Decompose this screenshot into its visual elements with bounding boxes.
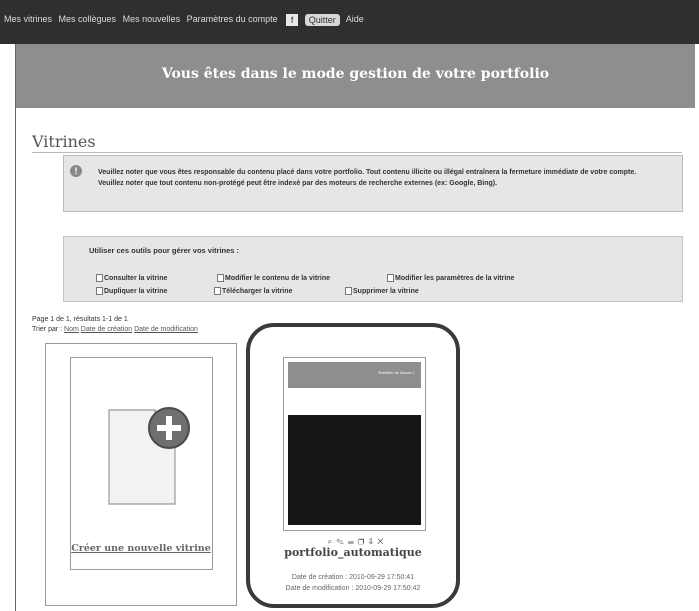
notice-text: Veuillez noter que vous êtes responsable…: [98, 167, 668, 189]
tool-download-label: Télécharger la vitrine: [222, 287, 293, 295]
magnifier-icon: [96, 274, 103, 282]
new-document-icon: [108, 407, 190, 505]
tool-consult[interactable]: Consulter la vitrine: [96, 274, 167, 282]
settings-doc-icon: [387, 274, 394, 282]
notice-line-1: Veuillez noter que vous êtes responsable…: [98, 169, 637, 176]
banner: Vous êtes dans le mode gestion de votre …: [16, 44, 695, 108]
portfolio-thumbnail[interactable]: Portfolio de Simon C: [283, 357, 426, 531]
magnifier-icon[interactable]: ⌕: [328, 537, 333, 546]
download-icon[interactable]: ⇩: [368, 537, 374, 546]
portfolio-modified-date: Date de modification : 2010-09-29 17:50:…: [285, 585, 421, 592]
trash-icon: [345, 287, 352, 295]
sort-bar: Trier par : Nom Date de création Date de…: [32, 326, 198, 333]
tools-title: Utiliser ces outils pour gérer vos vitri…: [89, 246, 240, 255]
tool-consult-label: Consulter la vitrine: [104, 274, 168, 282]
edit-icon[interactable]: ✎: [336, 537, 344, 546]
tool-modify-params[interactable]: Modifier les paramètres de la vitrine: [387, 274, 514, 282]
notice-box: ! Veuillez noter que vous êtes responsab…: [63, 155, 683, 212]
results-summary: Page 1 de 1, résultats 1-1 de 1: [32, 316, 128, 323]
section-title: Vitrines: [32, 132, 96, 151]
tool-duplicate[interactable]: Dupliquer la vitrine: [96, 287, 167, 295]
top-bar: Mes vitrines Mes collègues Mes nouvelles…: [0, 0, 699, 44]
create-portfolio-link[interactable]: Créer une nouvelle vitrine: [46, 543, 236, 554]
duplicate-icon: [96, 287, 103, 295]
thumbnail-header-text: Portfolio de Simon C: [378, 371, 415, 375]
sort-label: Trier par :: [32, 326, 63, 333]
nav-mes-vitrines[interactable]: Mes vitrines: [4, 14, 52, 24]
top-nav: Mes vitrines Mes collègues Mes nouvelles…: [4, 14, 368, 26]
tool-modify-params-label: Modifier les paramètres de la vitrine: [395, 274, 515, 282]
nav-mes-nouvelles[interactable]: Mes nouvelles: [123, 14, 181, 24]
notice-line-2: Veuillez noter que tout contenu non-prot…: [98, 180, 498, 187]
tool-delete[interactable]: Supprimer la vitrine: [345, 287, 419, 295]
nav-aide[interactable]: Aide: [346, 14, 364, 24]
portfolio-name: portfolio_automatique: [284, 546, 422, 559]
banner-title: Vous êtes dans le mode gestion de votre …: [161, 66, 550, 82]
tool-modify-content[interactable]: Modifier le contenu de la vitrine: [217, 274, 330, 282]
tool-delete-label: Supprimer la vitrine: [353, 287, 419, 295]
portfolio-created-date: Date de création : 2010-09-29 17:50:41: [291, 574, 415, 581]
trash-icon[interactable]: ✕: [377, 537, 384, 546]
quit-button[interactable]: Quitter: [304, 14, 340, 26]
facebook-icon[interactable]: f: [286, 14, 299, 26]
create-portfolio-thumbnail[interactable]: [70, 357, 213, 570]
info-icon: !: [70, 165, 82, 177]
sort-by-name[interactable]: Nom: [64, 326, 79, 333]
thumbnail-header: Portfolio de Simon C: [288, 362, 421, 388]
thumbnail-body: [288, 415, 421, 525]
sort-by-modified[interactable]: Date de modification: [134, 326, 198, 333]
edit-icon: [217, 274, 224, 282]
create-portfolio-card[interactable]: Créer une nouvelle vitrine: [45, 343, 237, 606]
section-divider: [32, 152, 682, 153]
tool-modify-content-label: Modifier le contenu de la vitrine: [225, 274, 331, 282]
duplicate-icon[interactable]: ❐: [358, 537, 365, 546]
tools-box: Utiliser ces outils pour gérer vos vitri…: [63, 236, 683, 302]
nav-mes-collegues[interactable]: Mes collègues: [59, 14, 117, 24]
tool-download[interactable]: Télécharger la vitrine: [214, 287, 292, 295]
settings-doc-icon[interactable]: ☰: [348, 537, 355, 546]
nav-parametres-compte[interactable]: Paramètres du compte: [187, 14, 278, 24]
download-icon: [214, 287, 221, 295]
tool-duplicate-label: Dupliquer la vitrine: [104, 287, 168, 295]
sort-by-created[interactable]: Date de création: [81, 326, 132, 333]
